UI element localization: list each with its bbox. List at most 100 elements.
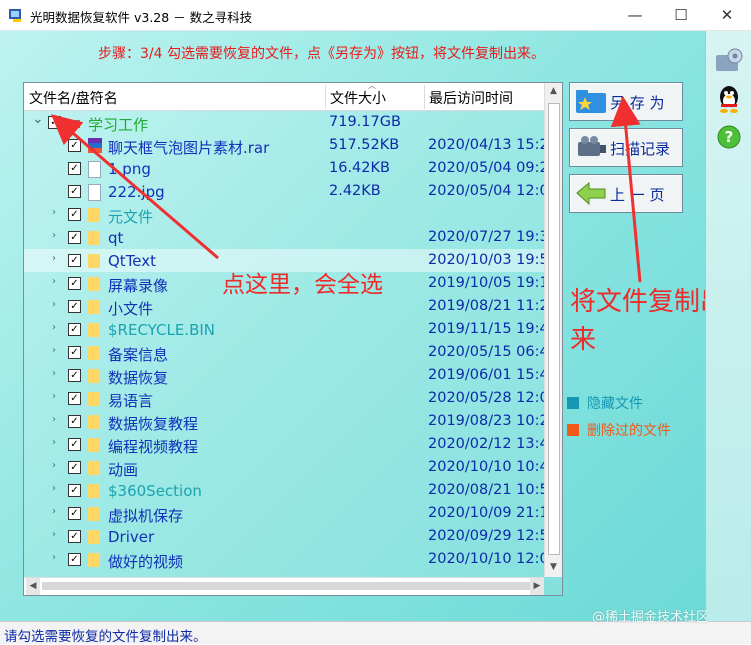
file-date: 2019/08/21 11:2	[428, 298, 549, 314]
folder-star-icon	[576, 90, 606, 113]
table-row[interactable]: › ✓ qt 2020/07/27 19:3	[24, 226, 549, 249]
step-instruction: 步骤：3/4 勾选需要恢复的文件，点《另存为》按钮，将文件复制出来。	[98, 46, 545, 62]
scroll-up-arrow-icon[interactable]: ▲	[545, 83, 562, 100]
save-as-button[interactable]: 另 存 为	[569, 82, 683, 121]
chevron-right-icon[interactable]: ›	[52, 460, 56, 471]
table-row[interactable]: › ✓ 易语言 2020/05/28 12:0	[24, 387, 549, 410]
table-row[interactable]: ✓ 222.jpg 2.42KB 2020/05/04 12:0	[24, 180, 549, 203]
row-checkbox[interactable]: ✓	[68, 231, 81, 244]
row-checkbox[interactable]: ✓	[68, 369, 81, 382]
row-checkbox[interactable]: ✓	[68, 323, 81, 336]
row-checkbox[interactable]: ✓	[68, 484, 81, 497]
horizontal-scroll-thumb[interactable]	[42, 582, 530, 590]
table-row[interactable]: › ✓ $RECYCLE.BIN 2019/11/15 19:4	[24, 318, 549, 341]
folder-icon	[88, 254, 100, 268]
column-header-size[interactable]: 文件大小	[330, 88, 386, 108]
table-row[interactable]: › ✓ $360Section 2020/08/21 10:5	[24, 479, 549, 502]
row-checkbox[interactable]: ✓	[68, 162, 81, 175]
file-size: 16.42KB	[329, 160, 390, 176]
row-checkbox[interactable]: ✓	[68, 461, 81, 474]
chevron-down-icon[interactable]: ⌄	[32, 111, 44, 127]
row-checkbox[interactable]: ✓	[68, 530, 81, 543]
row-checkbox[interactable]: ✓	[68, 139, 81, 152]
file-date: 2020/05/04 09:2	[428, 160, 549, 176]
row-checkbox[interactable]: ✓	[68, 438, 81, 451]
folder-icon	[88, 300, 100, 314]
folder-icon	[88, 484, 100, 498]
scroll-down-arrow-icon[interactable]: ▼	[545, 559, 562, 576]
column-divider[interactable]	[325, 85, 326, 109]
close-button[interactable]: ✕	[704, 0, 750, 30]
chevron-right-icon[interactable]: ›	[52, 529, 56, 540]
row-checkbox[interactable]: ✓	[68, 254, 81, 267]
table-row[interactable]: › ✓ 数据恢复 2019/06/01 15:4	[24, 364, 549, 387]
chevron-right-icon[interactable]: ›	[52, 322, 56, 333]
scroll-thumb[interactable]	[548, 103, 560, 555]
table-row[interactable]: › ✓ 编程视频教程 2020/02/12 13:4	[24, 433, 549, 456]
column-header-date[interactable]: 最后访问时间	[429, 88, 513, 108]
folder-icon	[88, 231, 100, 245]
row-checkbox[interactable]: ✓	[68, 415, 81, 428]
folder-icon	[88, 369, 100, 383]
table-row[interactable]: › ✓ 做好的视频 2020/10/10 12:0	[24, 548, 549, 571]
chevron-right-icon[interactable]: ›	[52, 299, 56, 310]
chevron-right-icon[interactable]: ›	[52, 552, 56, 563]
chevron-right-icon[interactable]: ›	[52, 345, 56, 356]
table-row[interactable]: ✓ 聊天框气泡图片素材.rar 517.52KB 2020/04/13 15:2	[24, 134, 549, 157]
qq-penguin-icon[interactable]	[716, 84, 742, 114]
file-date: 2019/10/05 19:1	[428, 275, 549, 291]
row-checkbox[interactable]: ✓	[68, 392, 81, 405]
file-name: 小文件	[108, 300, 154, 318]
table-row[interactable]: › ✓ Driver 2020/09/29 12:5	[24, 525, 549, 548]
table-row[interactable]: › ✓ 元文件	[24, 203, 544, 226]
column-header-name[interactable]: 文件名/盘符名	[29, 88, 118, 108]
file-name: 屏幕录像	[108, 277, 169, 295]
table-row[interactable]: › ✓ 动画 2020/10/10 10:4	[24, 456, 549, 479]
row-checkbox[interactable]: ✓	[68, 208, 81, 221]
previous-page-button[interactable]: 上 一 页	[569, 174, 683, 213]
horizontal-scrollbar[interactable]: ◀ ▶	[24, 577, 544, 595]
row-checkbox[interactable]: ✓	[68, 346, 81, 359]
chevron-right-icon[interactable]: ›	[52, 437, 56, 448]
folder-icon	[88, 323, 100, 337]
file-date: 2020/10/09 21:1	[428, 505, 549, 521]
table-row[interactable]: ✓ 1.png 16.42KB 2020/05/04 09:2	[24, 157, 549, 180]
main-client-area: 步骤：3/4 勾选需要恢复的文件，点《另存为》按钮，将文件复制出来。 文件名/盘…	[0, 31, 751, 621]
row-checkbox[interactable]: ✓	[68, 300, 81, 313]
row-checkbox[interactable]: ✓	[68, 277, 81, 290]
scroll-left-arrow-icon[interactable]: ◀	[26, 578, 40, 595]
table-row[interactable]: › ✓ 备案信息 2020/05/15 06:4	[24, 341, 549, 364]
file-date: 2019/06/01 15:4	[428, 367, 549, 383]
help-question-icon[interactable]: ?	[716, 124, 742, 150]
scan-record-button[interactable]: 扫描记录	[569, 128, 683, 167]
chevron-right-icon[interactable]: ›	[52, 391, 56, 402]
settings-gear-icon[interactable]	[714, 47, 744, 75]
folder-icon	[88, 346, 100, 360]
minimize-button[interactable]: —	[612, 0, 658, 30]
table-row[interactable]: › ✓ 数据恢复教程 2019/08/23 10:2	[24, 410, 549, 433]
chevron-right-icon[interactable]: ›	[52, 368, 56, 379]
chevron-right-icon[interactable]: ›	[52, 276, 56, 287]
row-checkbox[interactable]: ✓	[68, 185, 81, 198]
vertical-scrollbar[interactable]: ▲ ▼	[544, 83, 562, 577]
table-row[interactable]: › ✓ 虚拟机保存 2020/10/09 21:1	[24, 502, 549, 525]
annotation-select-all: 点这里，会全选	[222, 272, 383, 298]
row-checkbox[interactable]: ✓	[68, 507, 81, 520]
maximize-button[interactable]: ☐	[658, 0, 704, 30]
chevron-right-icon[interactable]: ›	[52, 230, 56, 241]
chevron-right-icon[interactable]: ›	[52, 207, 56, 218]
row-checkbox[interactable]: ✓	[48, 116, 61, 129]
scan-record-label: 扫描记录	[610, 140, 671, 158]
folder-icon	[88, 530, 100, 544]
maximize-icon: ☐	[674, 6, 688, 24]
chevron-right-icon[interactable]: ›	[52, 414, 56, 425]
scroll-right-arrow-icon[interactable]: ▶	[530, 578, 544, 595]
table-row[interactable]: ⌄ ✓ 学习工作 719.17GB	[24, 111, 544, 134]
chevron-right-icon[interactable]: ›	[52, 483, 56, 494]
chevron-right-icon[interactable]: ›	[52, 253, 56, 264]
column-divider[interactable]	[424, 85, 425, 109]
image-file-icon	[88, 161, 101, 178]
file-name: QtText	[108, 252, 157, 270]
row-checkbox[interactable]: ✓	[68, 553, 81, 566]
chevron-right-icon[interactable]: ›	[52, 506, 56, 517]
